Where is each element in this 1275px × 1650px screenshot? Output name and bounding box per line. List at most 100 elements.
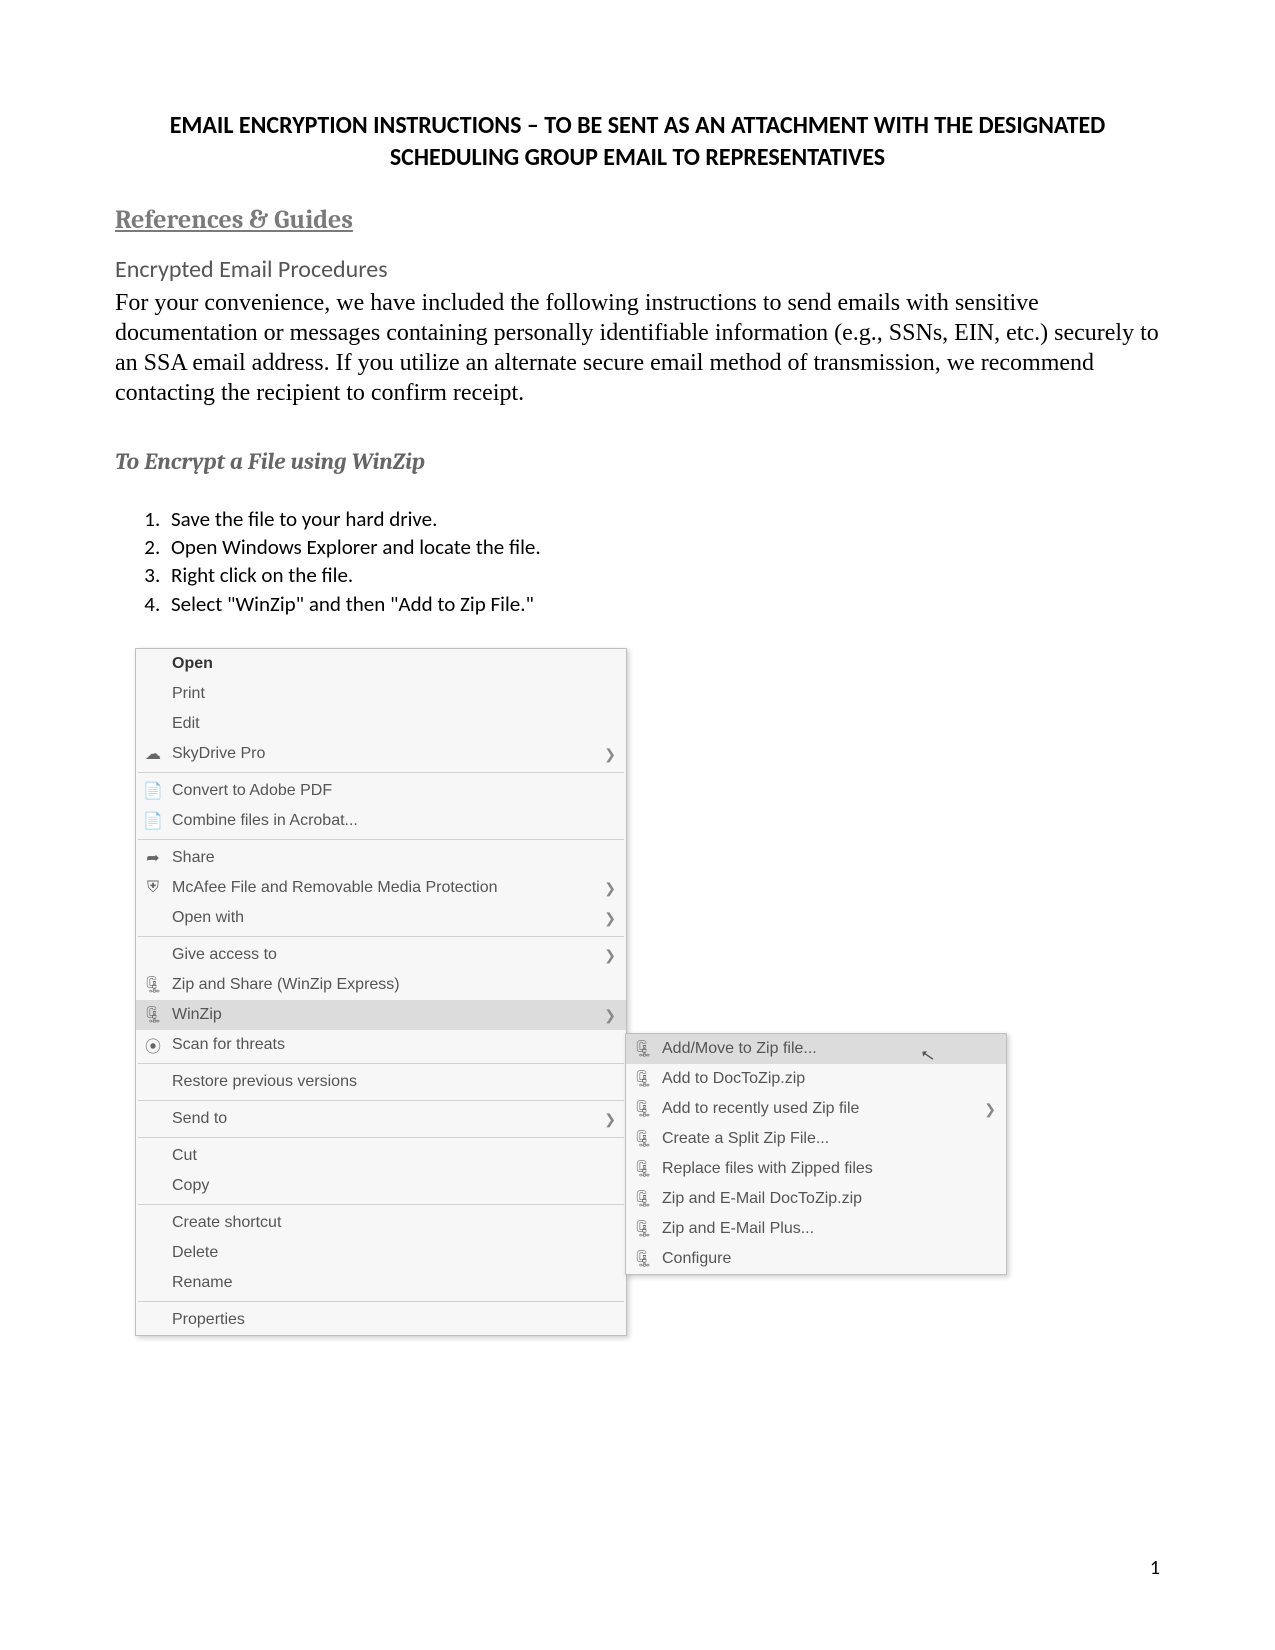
menu-item-label: Open <box>172 655 616 673</box>
context-menu: OpenPrintEdit☁SkyDrive Pro❯📄Convert to A… <box>135 648 627 1336</box>
menu-item-label: McAfee File and Removable Media Protecti… <box>172 879 604 897</box>
zip-icon: 🗜 <box>632 1130 654 1148</box>
chevron-right-icon: ❯ <box>984 1101 996 1118</box>
menu-separator <box>138 772 624 773</box>
menu-separator <box>138 839 624 840</box>
menu-item[interactable]: 🗜Add to recently used Zip file❯ <box>626 1094 1006 1124</box>
blank-icon <box>142 1177 164 1195</box>
menu-item-label: Print <box>172 685 616 703</box>
menu-item[interactable]: 📄Combine files in Acrobat... <box>136 806 626 836</box>
section-title: To Encrypt a File using WinZip <box>115 448 1160 475</box>
menu-item[interactable]: Cut <box>136 1141 626 1171</box>
blank-icon <box>142 1147 164 1165</box>
menu-item[interactable]: 🗜 Zip and Share (WinZip Express) <box>136 970 626 1000</box>
menu-item-label: Share <box>172 849 616 867</box>
menu-separator <box>138 1100 624 1101</box>
blank-icon <box>142 685 164 703</box>
step-item: Right click on the file. <box>165 561 1160 589</box>
menu-item-label: Rename <box>172 1274 616 1292</box>
menu-item[interactable]: Delete <box>136 1238 626 1268</box>
menu-separator <box>138 1204 624 1205</box>
menu-item[interactable]: Restore previous versions <box>136 1067 626 1097</box>
menu-item-label: Create shortcut <box>172 1214 616 1232</box>
steps-list: Save the file to your hard drive.Open Wi… <box>165 505 1160 618</box>
intro-paragraph: For your convenience, we have included t… <box>115 288 1160 408</box>
menu-separator <box>138 936 624 937</box>
menu-item[interactable]: ☁ SkyDrive Pro❯ <box>136 739 626 769</box>
menu-item[interactable]: Create shortcut <box>136 1208 626 1238</box>
blank-icon <box>142 1073 164 1091</box>
menu-item[interactable]: Open <box>136 649 626 679</box>
menu-item[interactable]: ⦿ Scan for threats <box>136 1030 626 1060</box>
menu-item-label: Zip and E-Mail DocToZip.zip <box>662 1190 996 1208</box>
chevron-right-icon: ❯ <box>604 1007 616 1024</box>
menu-item[interactable]: Copy <box>136 1171 626 1201</box>
chevron-right-icon: ❯ <box>604 947 616 964</box>
procedures-subheading: Encrypted Email Procedures <box>115 255 1160 284</box>
menu-item-label: SkyDrive Pro <box>172 745 604 763</box>
menu-item[interactable]: Properties <box>136 1305 626 1335</box>
zip-icon: 🗜 <box>632 1190 654 1208</box>
menu-item[interactable]: 🗜 Zip and E-Mail Plus... <box>626 1214 1006 1244</box>
menu-separator <box>138 1063 624 1064</box>
zip-icon: 🗜 <box>632 1040 654 1058</box>
menu-item[interactable]: ⛨McAfee File and Removable Media Protect… <box>136 873 626 903</box>
blank-icon <box>142 655 164 673</box>
zip-icon: 🗜 <box>632 1250 654 1268</box>
menu-item[interactable]: ➦ Share <box>136 843 626 873</box>
page-title: EMAIL ENCRYPTION INSTRUCTIONS – TO BE SE… <box>115 110 1160 175</box>
chevron-right-icon: ❯ <box>604 910 616 927</box>
menu-item-label: Zip and Share (WinZip Express) <box>172 976 616 994</box>
menu-item[interactable]: Give access to❯ <box>136 940 626 970</box>
menu-item[interactable]: Print <box>136 679 626 709</box>
menu-item[interactable]: Rename <box>136 1268 626 1298</box>
zip-icon: 🗜 <box>632 1160 654 1178</box>
menu-item-label: Create a Split Zip File... <box>662 1130 996 1148</box>
blank-icon <box>142 1311 164 1329</box>
menu-item[interactable]: 🗜 Configure <box>626 1244 1006 1274</box>
blank-icon <box>142 715 164 733</box>
menu-item[interactable]: 🗜Replace files with Zipped files <box>626 1154 1006 1184</box>
menu-item[interactable]: 📄 Convert to Adobe PDF <box>136 776 626 806</box>
blank-icon <box>142 1214 164 1232</box>
step-item: Open Windows Explorer and locate the fil… <box>165 533 1160 561</box>
menu-item-label: Zip and E-Mail Plus... <box>662 1220 996 1238</box>
cloud-icon: ☁ <box>142 745 164 763</box>
menu-item[interactable]: Open with❯ <box>136 903 626 933</box>
zip-icon: 🗜 <box>142 1006 164 1024</box>
chevron-right-icon: ❯ <box>604 746 616 763</box>
menu-item-label: Restore previous versions <box>172 1073 616 1091</box>
blank-icon <box>142 1244 164 1262</box>
blank-icon <box>142 1274 164 1292</box>
menu-item-label: Scan for threats <box>172 1036 616 1054</box>
menu-item[interactable]: 🗜 Add to DocToZip.zip <box>626 1064 1006 1094</box>
menu-item[interactable]: 🗜 Create a Split Zip File... <box>626 1124 1006 1154</box>
menu-item-label: Send to <box>172 1110 604 1128</box>
zip-icon: 🗜 <box>142 976 164 994</box>
menu-item[interactable]: 🗜WinZip❯ <box>136 1000 626 1030</box>
blank-icon <box>142 946 164 964</box>
pdf-icon: 📄 <box>142 782 164 800</box>
menu-separator <box>138 1301 624 1302</box>
menu-item-label: Combine files in Acrobat... <box>172 812 616 830</box>
menu-item-label: Configure <box>662 1250 996 1268</box>
menu-item[interactable]: 🗜Add/Move to Zip file...⭦ <box>626 1034 1006 1064</box>
references-heading: References & Guides <box>115 205 1160 235</box>
zip-icon: 🗜 <box>632 1220 654 1238</box>
menu-item[interactable]: Send to❯ <box>136 1104 626 1134</box>
chevron-right-icon: ❯ <box>604 1111 616 1128</box>
menu-item-label: Add to DocToZip.zip <box>662 1070 996 1088</box>
menu-item[interactable]: Edit <box>136 709 626 739</box>
menu-item-label: Edit <box>172 715 616 733</box>
menu-item-label: Open with <box>172 909 604 927</box>
menu-separator <box>138 1137 624 1138</box>
chevron-right-icon: ❯ <box>604 880 616 897</box>
menu-item-label: Properties <box>172 1311 616 1329</box>
scan-icon: ⦿ <box>142 1036 164 1054</box>
page-number: 1 <box>1150 1556 1160 1580</box>
menu-item[interactable]: 🗜 Zip and E-Mail DocToZip.zip <box>626 1184 1006 1214</box>
zip-icon: 🗜 <box>632 1070 654 1088</box>
share-icon: ➦ <box>142 849 164 867</box>
menu-item-label: Delete <box>172 1244 616 1262</box>
menu-item-label: Convert to Adobe PDF <box>172 782 616 800</box>
